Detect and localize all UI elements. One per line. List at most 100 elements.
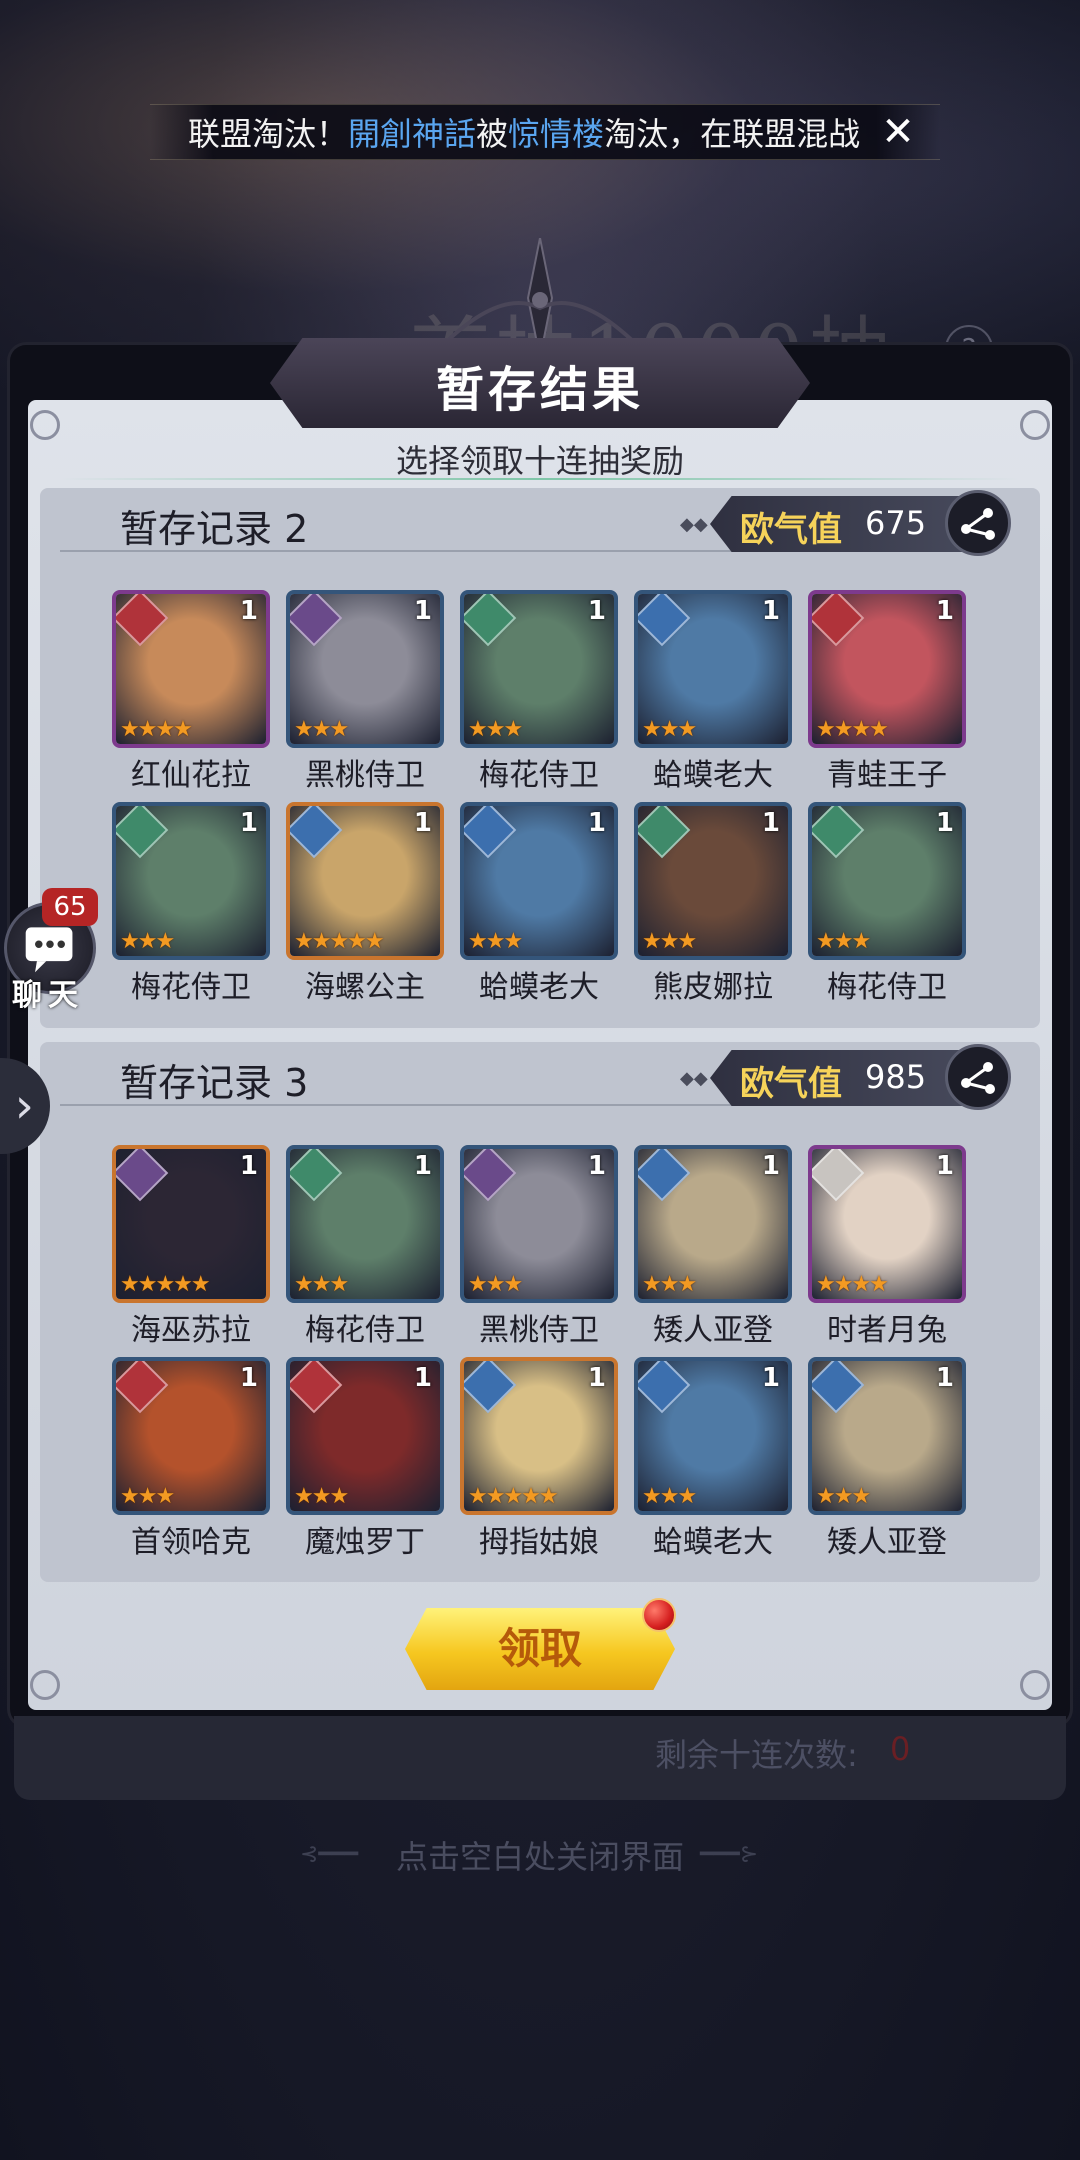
hero-count: 1 (587, 808, 606, 838)
share-button[interactable] (945, 1044, 1011, 1110)
luck-value-badge: ◆◆ 欧气值 985 (680, 1044, 1011, 1110)
marquee-prefix: 联盟淘汰！ (188, 115, 349, 153)
hero-card[interactable]: 1 ★★★★ (808, 1145, 966, 1303)
luck-value: 675 (865, 504, 927, 542)
hero-card[interactable]: 1 ★★★ (286, 1145, 444, 1303)
hero-count: 1 (935, 596, 954, 626)
luck-label: 欧气值 (740, 1064, 842, 1104)
star-rating-icon: ★★★ (642, 1484, 697, 1509)
marquee-suffix: 淘汰，在联盟混战 (604, 115, 861, 153)
marquee-close-icon[interactable]: ✕ (876, 110, 920, 154)
hero-card[interactable]: 1 ★★★ (460, 590, 618, 748)
hero-card[interactable]: 1 ★★★ (286, 1357, 444, 1515)
hero-card[interactable]: 1 ★★★ (808, 1357, 966, 1515)
hero-name: 时者月兔 (827, 1313, 947, 1348)
star-rating-icon: ★★★ (816, 1484, 871, 1509)
hero-name: 拇指姑娘 (479, 1525, 599, 1560)
star-rating-icon: ★★★★ (120, 717, 193, 742)
hero-count: 1 (761, 808, 780, 838)
hero-count: 1 (935, 1151, 954, 1181)
hero-name: 梅花侍卫 (131, 970, 251, 1005)
close-hint[interactable]: 点击空白处关闭界面 (0, 1832, 1080, 1878)
notification-dot (642, 1598, 676, 1632)
luck-value-badge: ◆◆ 欧气值 675 (680, 490, 1011, 556)
marquee-team-b: 惊情楼 (508, 115, 605, 153)
luck-value: 985 (865, 1058, 927, 1096)
hero-card[interactable]: 1 ★★★ (286, 590, 444, 748)
marquee-middle: 被 (476, 115, 509, 153)
star-rating-icon: ★★★ (120, 1484, 175, 1509)
hero-name: 矮人亚登 (827, 1525, 947, 1560)
share-icon (961, 508, 995, 540)
remaining-value: 0 (890, 1730, 911, 1768)
hero-card[interactable]: 1 ★★★ (634, 1357, 792, 1515)
star-rating-icon: ★★★★★ (294, 929, 385, 954)
hero-card[interactable]: 1 ★★★★★ (460, 1357, 618, 1515)
star-rating-icon: ★★★ (294, 1484, 349, 1509)
chat-label: 聊天 (12, 978, 84, 1013)
star-rating-icon: ★★★ (642, 929, 697, 954)
hero-count: 1 (935, 808, 954, 838)
hero-name: 青蛙王子 (827, 758, 947, 793)
corner-ornament (30, 1670, 60, 1700)
hero-name: 红仙花拉 (131, 758, 251, 793)
subtitle-divider (60, 478, 1020, 480)
star-rating-icon: ★★★ (468, 1272, 523, 1297)
share-icon (961, 1062, 995, 1094)
record-title: 暂存记录 2 (120, 507, 309, 551)
corner-ornament (1020, 1670, 1050, 1700)
hero-count: 1 (413, 1363, 432, 1393)
hero-count: 1 (239, 596, 258, 626)
panel-title: 暂存结果 (435, 362, 644, 418)
hero-card[interactable]: 1 ★★★★★ (286, 802, 444, 960)
hero-count: 1 (413, 808, 432, 838)
marquee-team-a: 開創神話 (348, 115, 477, 153)
star-rating-icon: ★★★ (642, 717, 697, 742)
hero-card[interactable]: 1 ★★★ (808, 802, 966, 960)
hero-count: 1 (239, 1151, 258, 1181)
hero-name: 梅花侍卫 (827, 970, 947, 1005)
star-rating-icon: ★★★★★ (468, 1484, 559, 1509)
hero-name: 魔烛罗丁 (305, 1525, 425, 1560)
record-title: 暂存记录 3 (120, 1061, 309, 1105)
hero-count: 1 (761, 1151, 780, 1181)
star-rating-icon: ★★★★★ (120, 1272, 211, 1297)
star-rating-icon: ★★★ (468, 929, 523, 954)
star-rating-icon: ★★★ (468, 717, 523, 742)
hero-card[interactable]: 1 ★★★ (634, 802, 792, 960)
arrow-left-icon: ◆◆ (680, 1068, 708, 1089)
hero-count: 1 (239, 1363, 258, 1393)
hero-count: 1 (413, 596, 432, 626)
hero-count: 1 (587, 1363, 606, 1393)
hero-count: 1 (761, 596, 780, 626)
hero-name: 首领哈克 (131, 1525, 251, 1560)
hero-name: 蛤蟆老大 (653, 758, 773, 793)
hero-name: 黑桃侍卫 (479, 1313, 599, 1348)
hero-count: 1 (587, 1151, 606, 1181)
hero-card[interactable]: 1 ★★★★★ (112, 1145, 270, 1303)
hero-count: 1 (935, 1363, 954, 1393)
hero-name: 梅花侍卫 (305, 1313, 425, 1348)
chat-unread-badge: 65 (42, 888, 98, 926)
hero-card[interactable]: 1 ★★★ (634, 590, 792, 748)
hero-name: 熊皮娜拉 (653, 970, 773, 1005)
hero-count: 1 (239, 808, 258, 838)
hero-card[interactable]: 1 ★★★★ (808, 590, 966, 748)
star-rating-icon: ★★★ (642, 1272, 697, 1297)
panel-subtitle: 选择领取十连抽奖励 (395, 442, 684, 480)
marquee-text: 联盟淘汰！開創神話被惊情楼淘汰，在联盟混战 (150, 109, 860, 155)
share-button[interactable] (945, 490, 1011, 556)
hero-card[interactable]: 1 ★★★ (634, 1145, 792, 1303)
hero-card[interactable]: 1 ★★★ (112, 802, 270, 960)
claim-button[interactable]: 领取 (405, 1608, 675, 1690)
hero-card[interactable]: 1 ★★★ (460, 1145, 618, 1303)
hero-card[interactable]: 1 ★★★★ (112, 590, 270, 748)
star-rating-icon: ★★★ (120, 929, 175, 954)
remaining-label: 剩余十连次数: (655, 1736, 858, 1774)
hero-card[interactable]: 1 ★★★ (460, 802, 618, 960)
hint-ornament-right-icon: ━━━⊱ (700, 1842, 759, 1867)
hero-count: 1 (587, 596, 606, 626)
hero-name: 梅花侍卫 (479, 758, 599, 793)
hero-card[interactable]: 1 ★★★ (112, 1357, 270, 1515)
hero-count: 1 (761, 1363, 780, 1393)
